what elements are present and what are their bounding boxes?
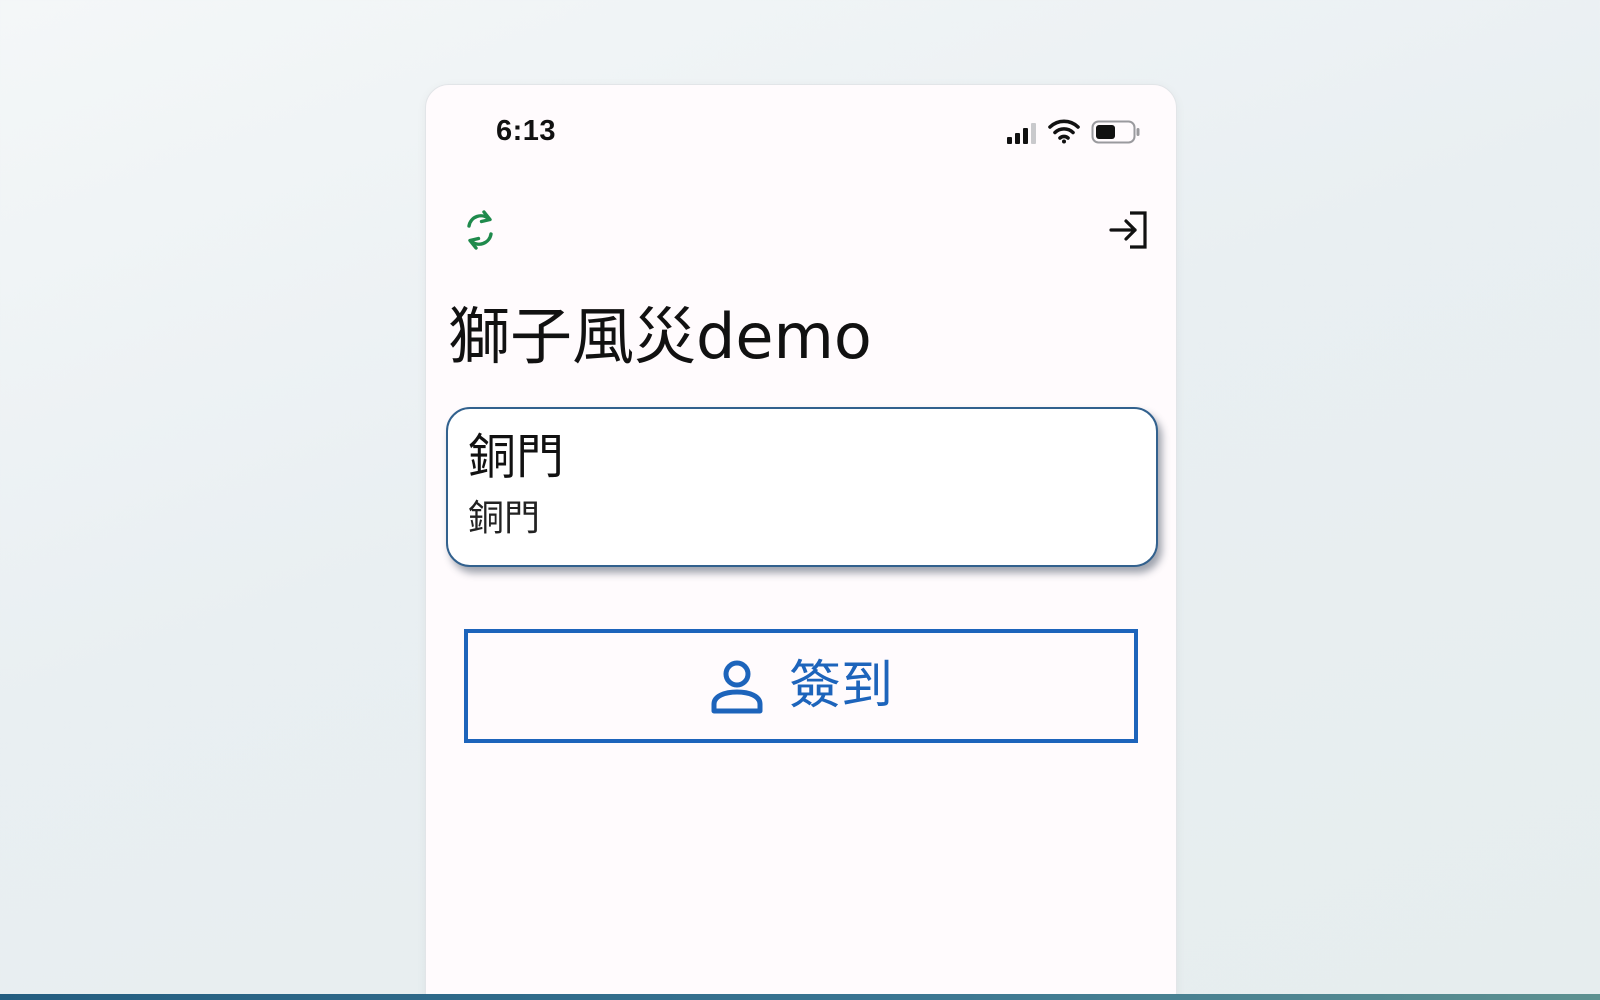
checkin-button[interactable]: 簽到 [464,629,1138,743]
page-title: 獅子風災demo [448,300,872,373]
battery-icon [1091,120,1140,144]
wifi-icon [1048,119,1080,144]
status-time: 6:13 [496,115,557,147]
checkin-button-label: 簽到 [788,656,893,716]
location-card-subtitle: 銅門 [468,498,541,539]
location-card[interactable]: 銅門 銅門 [446,407,1158,567]
logout-button[interactable] [1108,209,1150,251]
checkin-button-content: 簽到 [709,657,893,715]
person-icon [711,660,763,714]
refresh-button[interactable] [460,207,500,253]
bottom-edge-bar [0,994,1600,1000]
status-bar: 6:13 [426,85,1176,185]
phone-screen: 6:13 獅子風災demo 銅門 銅門 簽到 [425,84,1177,1000]
logout-icon [1109,211,1147,249]
location-card-title: 銅門 [468,429,565,485]
signal-icon [1007,123,1036,144]
refresh-icon [467,210,493,250]
